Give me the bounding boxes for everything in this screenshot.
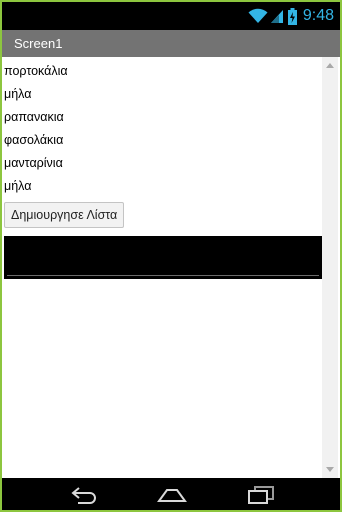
battery-icon [287, 7, 297, 25]
phone-frame: 9:48 Screen1 πορτοκάλια μήλα ραπανακια φ… [0, 0, 342, 512]
navigation-bar [2, 478, 340, 510]
recents-icon[interactable] [246, 484, 276, 504]
list-item: μήλα [4, 87, 32, 101]
status-time: 9:48 [302, 7, 334, 24]
screen-title: Screen1 [14, 36, 63, 51]
list-item: μανταρίνια [4, 156, 63, 170]
back-icon[interactable] [70, 484, 100, 504]
output-underline [7, 275, 319, 276]
list-item: ραπανακια [4, 110, 64, 124]
home-icon[interactable] [157, 484, 187, 504]
create-list-button[interactable]: Δημιουργησε Λίστα [4, 202, 125, 228]
screen-content: πορτοκάλια μήλα ραπανακια φασολάκια μαντ… [2, 57, 340, 478]
signal-icon [270, 8, 284, 24]
title-bar: Screen1 [2, 30, 340, 57]
status-icons: 9:48 [248, 6, 334, 26]
list-item: φασολάκια [4, 133, 64, 147]
fruit-list: πορτοκάλια μήλα ραπανακια φασολάκια μαντ… [4, 60, 68, 198]
status-bar: 9:48 [2, 2, 340, 30]
list-output-box [4, 236, 322, 279]
scroll-down-arrow-icon[interactable] [326, 465, 334, 473]
vertical-scrollbar[interactable] [322, 57, 338, 478]
list-item: πορτοκάλια [4, 64, 68, 78]
wifi-icon [248, 8, 268, 24]
list-item: μήλα [4, 179, 32, 193]
scroll-up-arrow-icon[interactable] [326, 62, 334, 70]
